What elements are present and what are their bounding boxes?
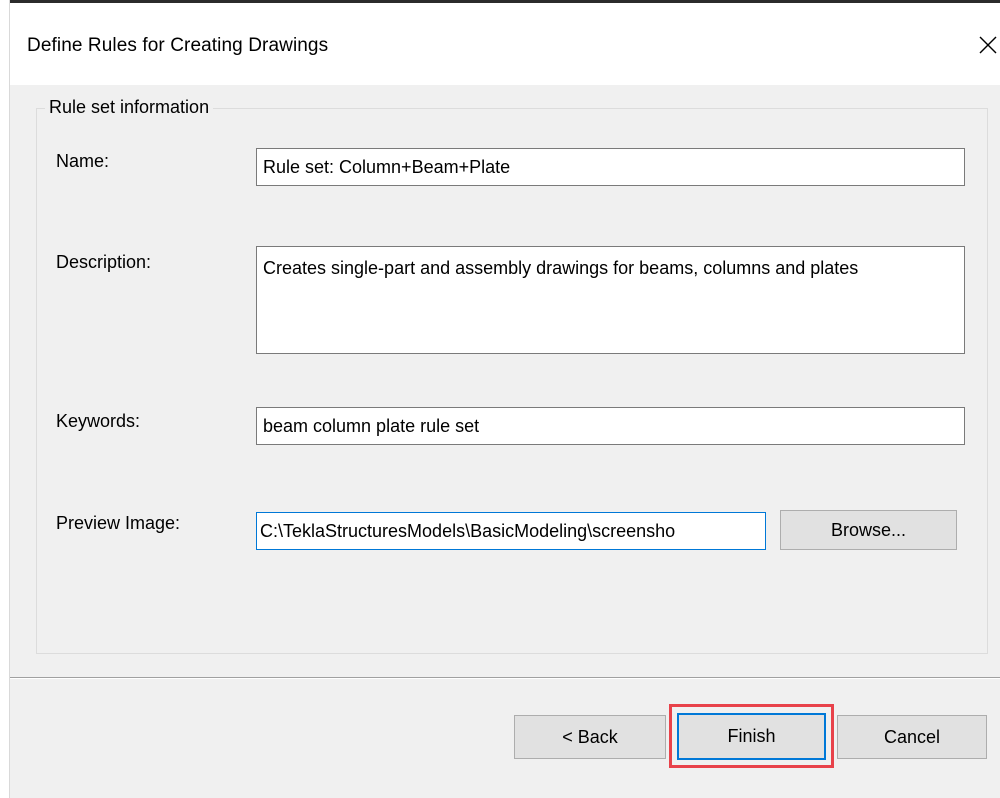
preview-image-path-field[interactable]: C:\TeklaStructuresModels\BasicModeling\s… (256, 512, 766, 550)
rule-set-information-group (36, 108, 988, 654)
cancel-button[interactable]: Cancel (837, 715, 987, 759)
finish-highlight-box (669, 704, 834, 768)
close-icon[interactable] (968, 25, 1000, 65)
description-field[interactable]: Creates single-part and assembly drawing… (256, 246, 965, 354)
description-label: Description: (56, 252, 152, 272)
title-bar: Define Rules for Creating Drawings (10, 3, 1000, 85)
window-left-edge (0, 0, 9, 798)
footer-separator-highlight (10, 678, 1000, 679)
dialog-title: Define Rules for Creating Drawings (27, 35, 329, 56)
preview-image-label: Preview Image: (56, 513, 181, 533)
dialog-window: Define Rules for Creating Drawings Rule … (0, 0, 1000, 798)
group-legend: Rule set information (45, 97, 214, 118)
back-button[interactable]: < Back (514, 715, 666, 759)
keywords-label: Keywords: (56, 411, 141, 431)
name-label: Name: (56, 151, 110, 171)
name-field[interactable]: Rule set: Column+Beam+Plate (256, 148, 965, 186)
browse-button[interactable]: Browse... (780, 510, 957, 550)
keywords-field[interactable]: beam column plate rule set (256, 407, 965, 445)
